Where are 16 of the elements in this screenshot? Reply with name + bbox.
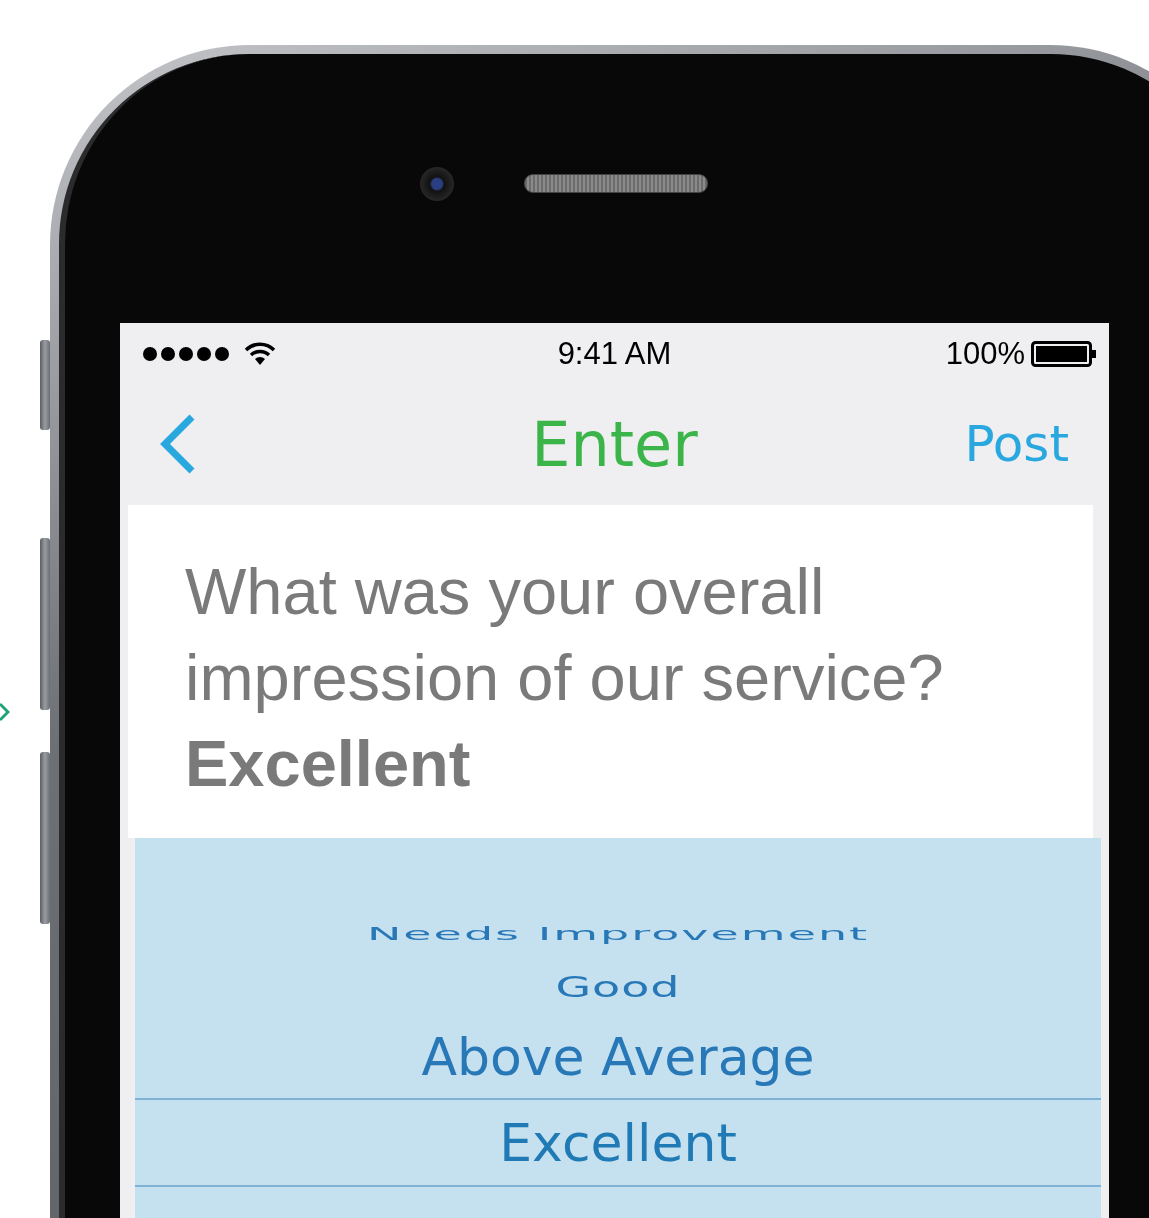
answer-picker[interactable]: Needs Improvement Good Above Average Excellent bbox=[135, 838, 1101, 1218]
arrow-head-icon bbox=[0, 702, 10, 722]
question-text: What was your overall impression of our service? bbox=[185, 554, 945, 716]
picker-option[interactable]: Above Average bbox=[135, 1016, 1101, 1100]
picker-option[interactable]: Needs Improvement bbox=[135, 910, 1101, 958]
wifi-icon bbox=[244, 342, 276, 366]
picker-option[interactable]: Good bbox=[135, 958, 1101, 1016]
post-button[interactable]: Post bbox=[964, 415, 1069, 473]
camera-icon bbox=[420, 166, 454, 201]
battery-icon bbox=[1031, 341, 1097, 367]
signal-icon bbox=[142, 346, 232, 362]
battery-percentage: 100% bbox=[945, 336, 1025, 372]
nav-title: Enter bbox=[531, 407, 698, 481]
status-time: 9:41 AM bbox=[557, 336, 672, 372]
selected-answer: Excellent bbox=[185, 726, 472, 802]
picker-option[interactable]: Excellent bbox=[135, 1100, 1101, 1187]
